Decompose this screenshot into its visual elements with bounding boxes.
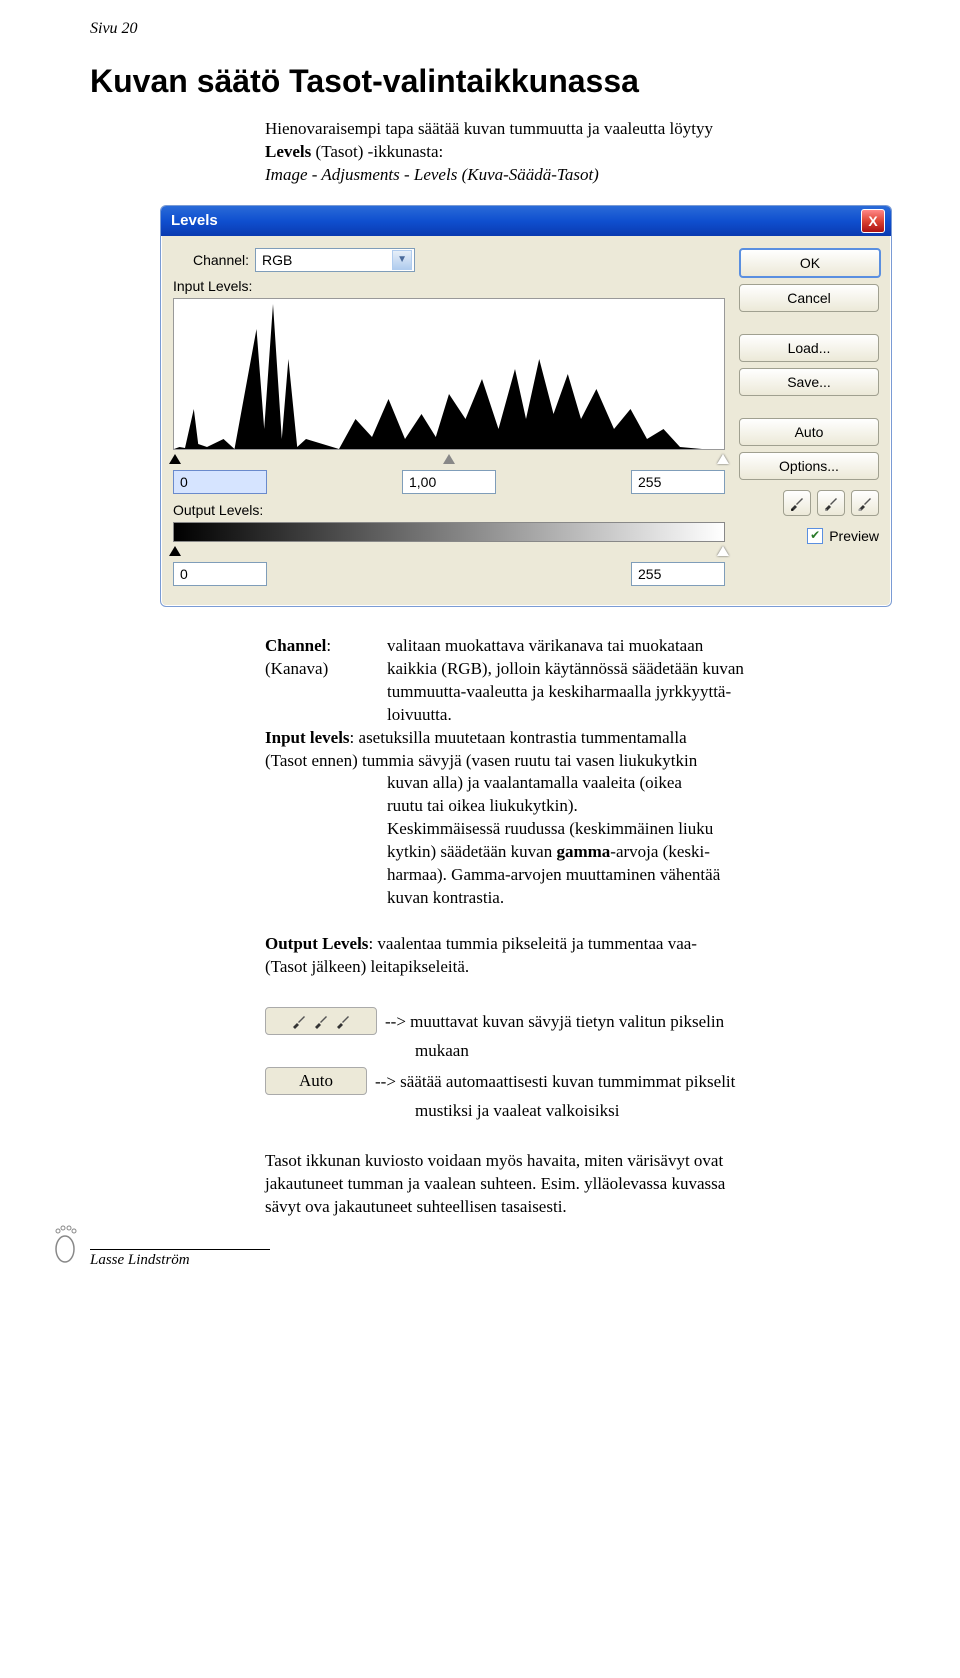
output-desc-1: : vaalentaa tummia pikseleitä ja tumment… (368, 934, 697, 953)
output-gradient (173, 522, 725, 542)
auto-arrow-text-1: --> säätää automaattisesti kuvan tummimm… (375, 1067, 900, 1094)
page-footer-author: Lasse Lindström (90, 1249, 270, 1269)
auto-button[interactable]: Auto (739, 418, 879, 446)
ok-button[interactable]: OK (739, 248, 881, 278)
input-desc-5: Keskimmäisessä ruudussa (keskimmäinen li… (387, 819, 713, 838)
chevron-down-icon: ▼ (392, 250, 412, 270)
channel-term: Channel (265, 636, 326, 655)
output-white-slider[interactable] (717, 546, 729, 556)
levels-dialog: Levels X Channel: RGB ▼ Input Levels: (160, 205, 892, 607)
channel-label: Channel: (193, 252, 249, 268)
input-levels-paren: (Tasot ennen) (265, 751, 358, 770)
output-black-slider[interactable] (169, 546, 181, 556)
input-desc-6c: -arvoja (keski- (610, 842, 710, 861)
intro-menu-path: Image - Adjusments - Levels (Kuva-Säädä-… (265, 165, 599, 184)
output-low-field[interactable]: 0 (173, 562, 267, 586)
channel-value: RGB (262, 252, 292, 268)
input-low-field[interactable]: 0 (173, 470, 267, 494)
arrow-list: --> muuttavat kuvan sävyjä tietyn valitu… (265, 1007, 900, 1123)
dialog-title: Levels (171, 212, 218, 229)
input-desc-6a: kytkin) säädetään kuvan (387, 842, 556, 861)
input-levels-term: Input levels (265, 728, 350, 747)
intro-paragraph: Hienovaraisempi tapa säätää kuvan tummuu… (265, 118, 900, 187)
close-button[interactable]: X (861, 209, 885, 233)
closing-2: jakautuneet tumman ja vaalean suhteen. E… (265, 1174, 725, 1193)
input-desc-8: kuvan kontrastia. (387, 888, 504, 907)
channel-select[interactable]: RGB ▼ (255, 248, 415, 272)
intro-text-1: Hienovaraisempi tapa säätää kuvan tummuu… (265, 119, 713, 138)
preview-checkbox-row[interactable]: ✔ Preview (739, 528, 879, 544)
gamma-word: gamma (556, 842, 610, 861)
output-levels-paren: (Tasot jälkeen) (265, 957, 366, 976)
load-button[interactable]: Load... (739, 334, 879, 362)
preview-checkbox[interactable]: ✔ (807, 528, 823, 544)
channel-term-paren: (Kanava) (265, 659, 328, 678)
footprint-icon (50, 1223, 80, 1263)
pipette-arrow-text-2: mukaan (415, 1039, 900, 1063)
closing-3: sävyt ova jakautuneet suhteellisen tasai… (265, 1197, 567, 1216)
pipette-arrow-text: --> muuttavat kuvan sävyjä tietyn valitu… (385, 1007, 900, 1034)
output-desc-2: leitapikseleitä. (366, 957, 469, 976)
input-desc-1: : asetuksilla muutetaan kontrastia tumme… (350, 728, 687, 747)
histogram (173, 298, 725, 450)
output-slider-track[interactable] (173, 546, 725, 558)
cancel-button[interactable]: Cancel (739, 284, 879, 312)
eyedropper-icons-small (265, 1007, 377, 1035)
black-point-slider[interactable] (169, 454, 181, 464)
input-slider-track[interactable] (173, 454, 725, 466)
white-eyedropper-button[interactable] (851, 490, 879, 516)
channel-desc-4: loivuutta. (387, 705, 452, 724)
input-desc-2: tummia sävyjä (vasen ruutu tai vasen liu… (358, 751, 697, 770)
input-desc-7: harmaa). Gamma-arvojen muuttaminen vähen… (387, 865, 720, 884)
input-desc-4: ruutu tai oikea liukukytkin). (387, 796, 578, 815)
input-mid-field[interactable]: 1,00 (402, 470, 496, 494)
closing-paragraph: Tasot ikkunan kuviosto voidaan myös hava… (265, 1150, 900, 1219)
channel-desc-1: valitaan muokattava värikanava tai muoka… (387, 636, 703, 655)
output-levels-term: Output Levels (265, 934, 368, 953)
black-eyedropper-button[interactable] (783, 490, 811, 516)
input-levels-label: Input Levels: (173, 278, 725, 294)
gray-eyedropper-button[interactable] (817, 490, 845, 516)
auto-arrow-text-2: mustiksi ja vaaleat valkoisiksi (415, 1099, 900, 1123)
output-high-field[interactable]: 255 (631, 562, 725, 586)
auto-button-small: Auto (265, 1067, 367, 1095)
input-desc-3: kuvan alla) ja vaalantamalla vaaleita (o… (387, 773, 682, 792)
white-point-slider[interactable] (717, 454, 729, 464)
channel-desc-2: kaikkia (RGB), jolloin käytännössä sääde… (387, 659, 744, 678)
intro-levels-word: Levels (265, 142, 311, 161)
auto-button-small-label: Auto (299, 1069, 333, 1093)
options-button[interactable]: Options... (739, 452, 879, 480)
intro-paren: (Tasot) -ikkunasta: (311, 142, 443, 161)
save-button[interactable]: Save... (739, 368, 879, 396)
closing-1: Tasot ikkunan kuviosto voidaan myös hava… (265, 1151, 723, 1170)
definitions: Channel: (Kanava) valitaan muokattava vä… (265, 635, 900, 979)
channel-desc-3: tummuutta-vaaleutta ja keskiharmaalla jy… (387, 682, 731, 701)
page-number: Sivu 20 (90, 20, 900, 38)
dialog-titlebar: Levels X (161, 206, 891, 236)
preview-label: Preview (829, 528, 879, 544)
output-levels-label: Output Levels: (173, 502, 725, 518)
gray-point-slider[interactable] (443, 454, 455, 464)
page-title: Kuvan säätö Tasot-valintaikkunassa (90, 63, 900, 100)
input-high-field[interactable]: 255 (631, 470, 725, 494)
